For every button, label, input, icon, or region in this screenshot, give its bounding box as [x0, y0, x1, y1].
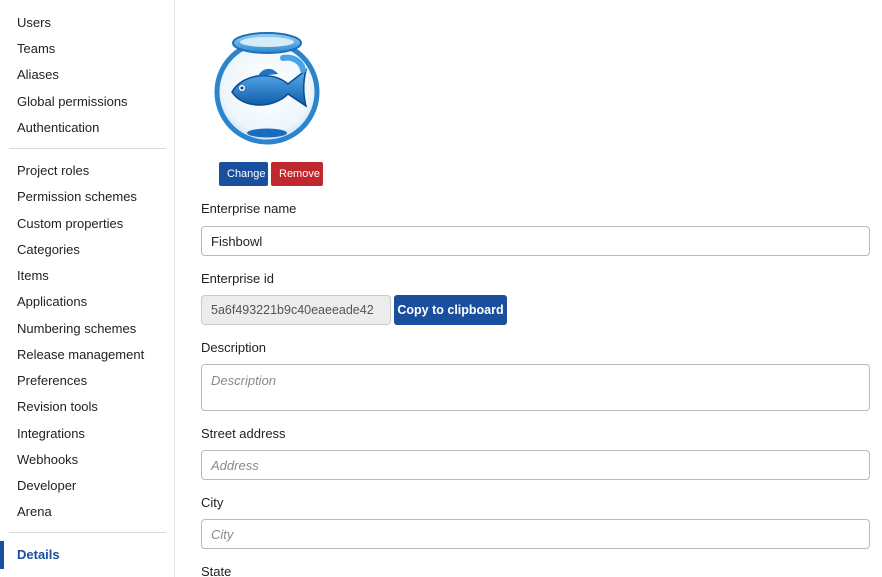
sidebar-item-integrations[interactable]: Integrations	[17, 426, 85, 441]
state-label: State	[201, 564, 232, 577]
sidebar-item-permission-schemes[interactable]: Permission schemes	[17, 189, 137, 204]
copy-to-clipboard-button[interactable]: Copy to clipboard	[394, 295, 507, 325]
sidebar-item-authentication[interactable]: Authentication	[17, 120, 99, 135]
sidebar-item-items[interactable]: Items	[17, 268, 49, 283]
sidebar-item-details[interactable]: Details	[17, 547, 60, 562]
sidebar-item-preferences[interactable]: Preferences	[17, 373, 87, 388]
description-input[interactable]: Description	[201, 364, 870, 411]
city-input[interactable]: City	[201, 519, 870, 549]
street-address-input[interactable]: Address	[201, 450, 870, 480]
street-address-label: Street address	[201, 426, 286, 441]
sidebar-item-developer[interactable]: Developer	[17, 478, 76, 493]
sidebar-item-numbering-schemes[interactable]: Numbering schemes	[17, 321, 136, 336]
sidebar-item-aliases[interactable]: Aliases	[17, 67, 59, 82]
active-indicator	[0, 541, 4, 569]
sidebar-item-applications[interactable]: Applications	[17, 294, 87, 309]
sidebar-divider	[9, 532, 166, 533]
enterprise-logo	[210, 30, 322, 148]
sidebar-item-webhooks[interactable]: Webhooks	[17, 452, 78, 467]
enterprise-id-label: Enterprise id	[201, 271, 274, 286]
sidebar-item-categories[interactable]: Categories	[17, 242, 80, 257]
sidebar: Users Teams Aliases Global permissions A…	[0, 0, 175, 577]
sidebar-item-revision-tools[interactable]: Revision tools	[17, 399, 98, 414]
sidebar-item-project-roles[interactable]: Project roles	[17, 163, 89, 178]
fishbowl-icon	[214, 32, 320, 145]
sidebar-item-release-management[interactable]: Release management	[17, 347, 144, 362]
main-content: Change Remove Enterprise name Fishbowl E…	[176, 0, 882, 577]
city-label: City	[201, 495, 224, 510]
enterprise-id-field: 5a6f493221b9c40eaeeade42	[201, 295, 391, 325]
sidebar-divider	[9, 148, 166, 149]
remove-logo-button[interactable]: Remove	[271, 162, 323, 186]
sidebar-item-users[interactable]: Users	[17, 15, 51, 30]
description-label: Description	[201, 340, 267, 355]
sidebar-item-arena[interactable]: Arena	[17, 504, 52, 519]
sidebar-item-global-permissions[interactable]: Global permissions	[17, 94, 128, 109]
sidebar-item-teams[interactable]: Teams	[17, 41, 55, 56]
enterprise-name-input[interactable]: Fishbowl	[201, 226, 870, 256]
sidebar-item-custom-properties[interactable]: Custom properties	[17, 216, 123, 231]
change-logo-button[interactable]: Change	[219, 162, 268, 186]
enterprise-name-label: Enterprise name	[201, 201, 297, 216]
